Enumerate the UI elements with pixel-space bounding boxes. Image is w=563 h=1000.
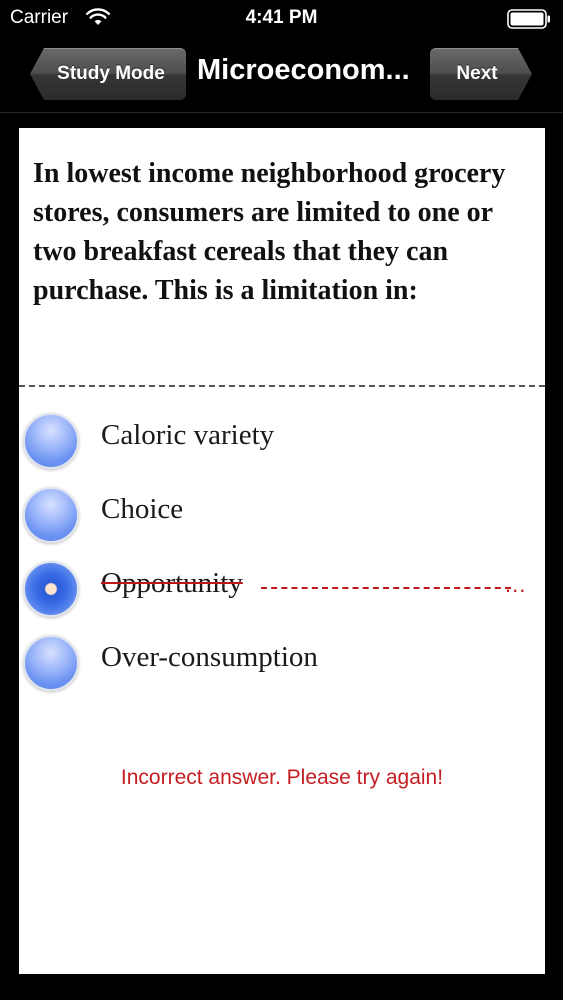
strikethrough-ellipsis: ...: [505, 572, 527, 597]
app-screen: Carrier 4:41 PM Study Mode Microeconom..…: [0, 0, 563, 1000]
question-divider: [19, 385, 545, 387]
radio-button-selected-icon[interactable]: [23, 561, 79, 617]
answer-option-label: Caloric variety: [101, 419, 275, 451]
question-card: In lowest income neighborhood grocery st…: [19, 128, 545, 974]
status-bar: Carrier 4:41 PM: [0, 0, 563, 38]
study-mode-back-button[interactable]: Study Mode: [30, 48, 186, 100]
navigation-bar: Study Mode Microeconom... Next: [0, 40, 563, 113]
back-button-label: Study Mode: [57, 63, 165, 84]
answer-option-choice[interactable]: Choice: [19, 482, 545, 548]
answer-option-label: Over-consumption: [101, 641, 318, 673]
answer-option-label: Opportunity: [101, 567, 243, 599]
next-button[interactable]: Next: [430, 48, 532, 100]
answer-option-caloric-variety[interactable]: Caloric variety: [19, 408, 545, 474]
battery-full-icon: [507, 9, 550, 29]
page-title: Microeconom...: [197, 54, 410, 86]
answer-option-over-consumption[interactable]: Over-consumption: [19, 630, 545, 696]
answer-option-opportunity[interactable]: Opportunity ...: [19, 556, 545, 622]
radio-button-icon[interactable]: [23, 413, 79, 469]
radio-button-icon[interactable]: [23, 487, 79, 543]
radio-button-icon[interactable]: [23, 635, 79, 691]
question-text: In lowest income neighborhood grocery st…: [33, 158, 506, 306]
strikethrough-dash-line: [261, 587, 511, 589]
feedback-message: Incorrect answer. Please try again!: [120, 766, 444, 789]
answer-option-label: Choice: [101, 493, 184, 525]
next-button-label: Next: [456, 63, 498, 84]
clock: 4:41 PM: [245, 7, 318, 28]
